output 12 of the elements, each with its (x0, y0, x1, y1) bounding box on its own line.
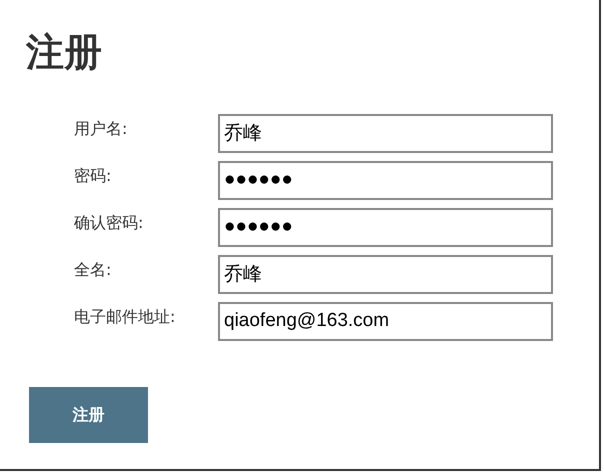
field-label: 全名: (74, 258, 112, 281)
field-label: 确认密码: (74, 212, 144, 234)
input-field[interactable]: 乔峰 (218, 114, 553, 153)
input-field[interactable]: qiaofeng@163.com (218, 302, 553, 341)
page-title: 注册 (26, 30, 103, 76)
input-field[interactable]: ●●●●●● (218, 208, 553, 247)
field-label: 用户名: (74, 118, 128, 140)
field-label: 密码: (74, 164, 112, 187)
input-field[interactable]: ●●●●●● (218, 160, 553, 200)
register-button[interactable]: 注册 (29, 386, 148, 443)
field-label: 电子邮件地址: (74, 306, 176, 328)
input-field[interactable]: 乔峰 (218, 254, 553, 294)
